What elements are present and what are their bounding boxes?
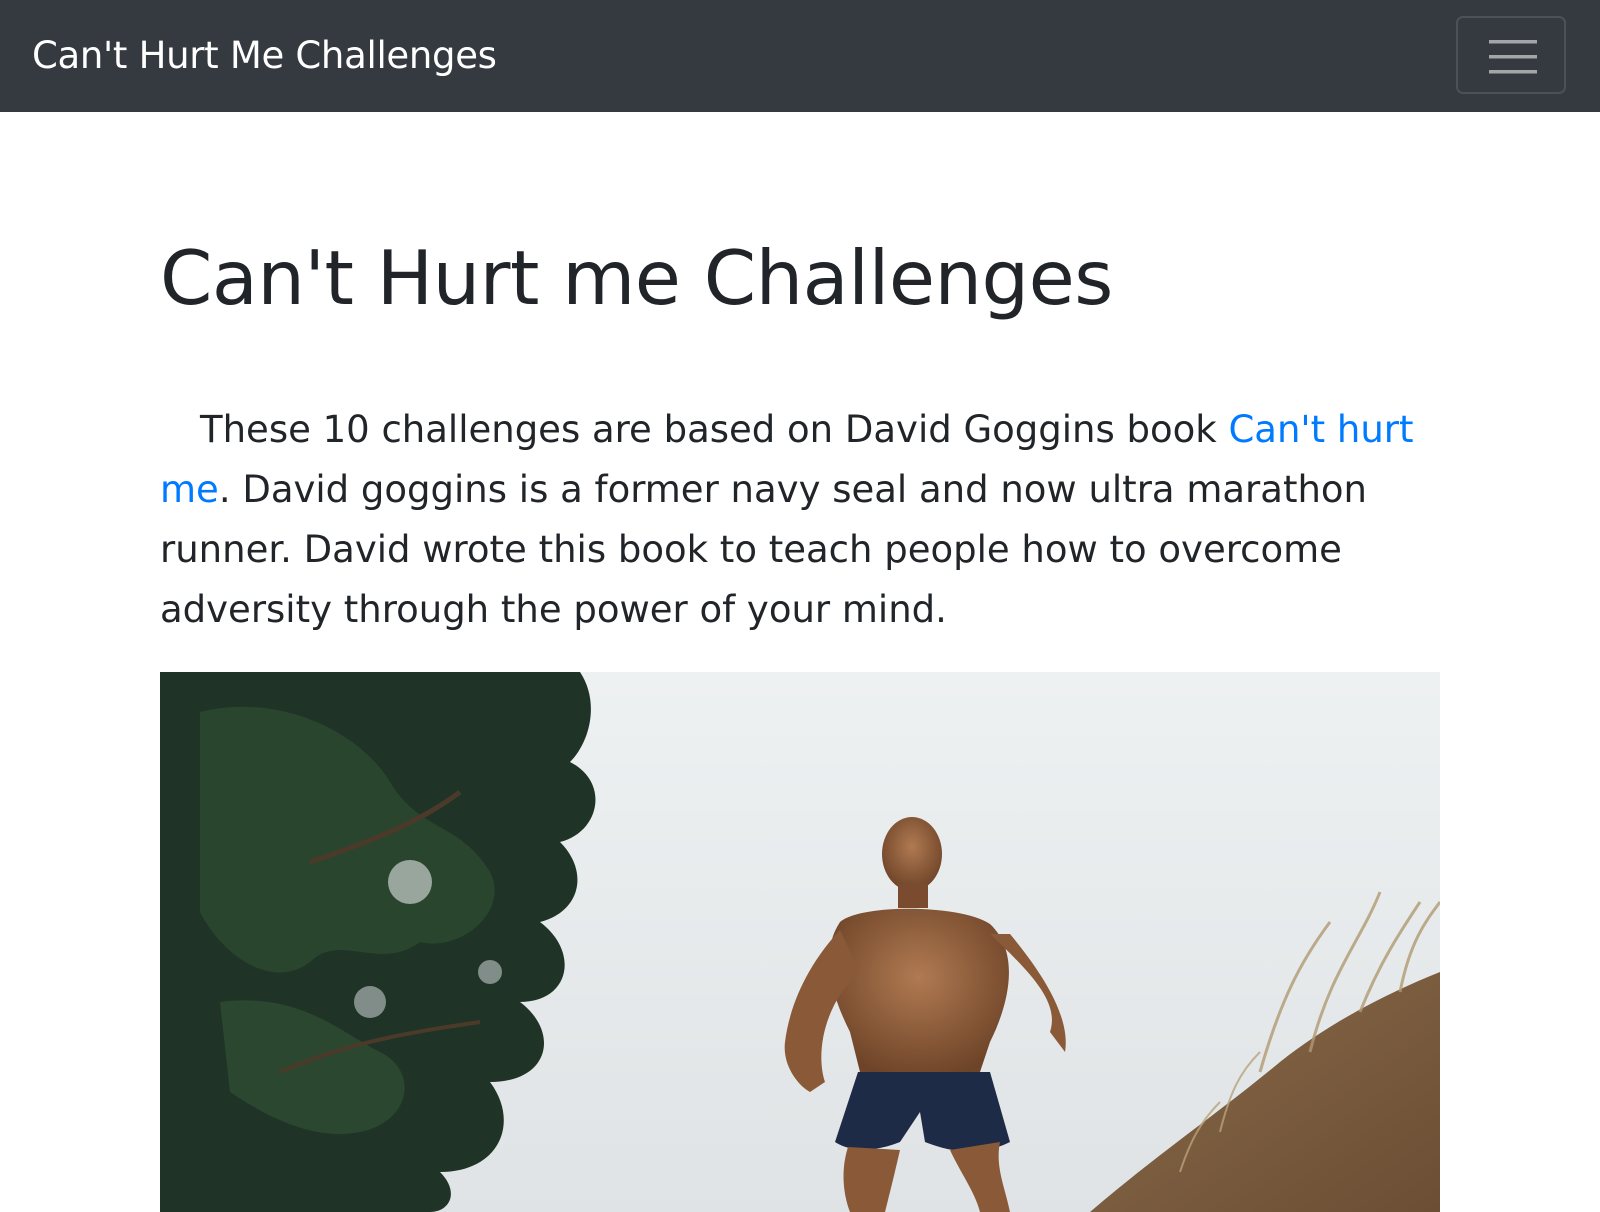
page-title: Can't Hurt me Challenges <box>160 234 1113 322</box>
menu-icon <box>1489 40 1537 74</box>
runner-photo <box>160 672 1440 1212</box>
navbar-toggle-button[interactable] <box>1456 16 1566 94</box>
navbar: Can't Hurt Me Challenges <box>0 0 1600 112</box>
intro-text-before-link: These 10 challenges are based on David G… <box>200 408 1229 451</box>
intro-paragraph: These 10 challenges are based on David G… <box>160 400 1425 640</box>
hero-image <box>160 672 1440 1212</box>
intro-text-after-link: . David goggins is a former navy seal an… <box>160 468 1367 631</box>
navbar-brand[interactable]: Can't Hurt Me Challenges <box>32 30 497 82</box>
